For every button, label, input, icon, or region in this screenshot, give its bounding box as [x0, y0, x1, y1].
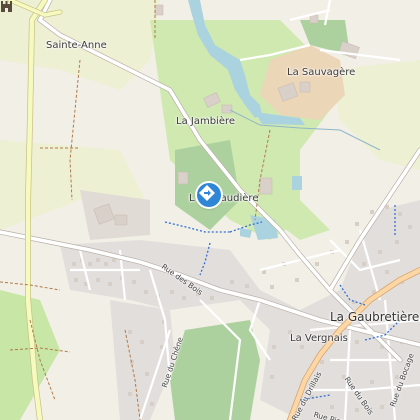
location-marker-icon[interactable] [197, 183, 221, 207]
place-label-la-gaubretiere: La Gaubretière [330, 310, 420, 324]
castle-icon[interactable] [0, 0, 13, 13]
pond [292, 176, 302, 190]
place-label-sainte-anne: Sainte-Anne [46, 40, 107, 51]
place-label-la-jambiere: La Jambière [176, 116, 236, 127]
diamond-direction-icon [199, 185, 215, 201]
map-base-layer [0, 0, 420, 420]
map-canvas[interactable]: Sainte-Anne La Sauvagère La Jambière L A… [0, 0, 420, 420]
place-label-la-sauvagere: La Sauvagère [287, 67, 356, 78]
place-label-la-vergnais: La Vergnais [290, 333, 348, 344]
